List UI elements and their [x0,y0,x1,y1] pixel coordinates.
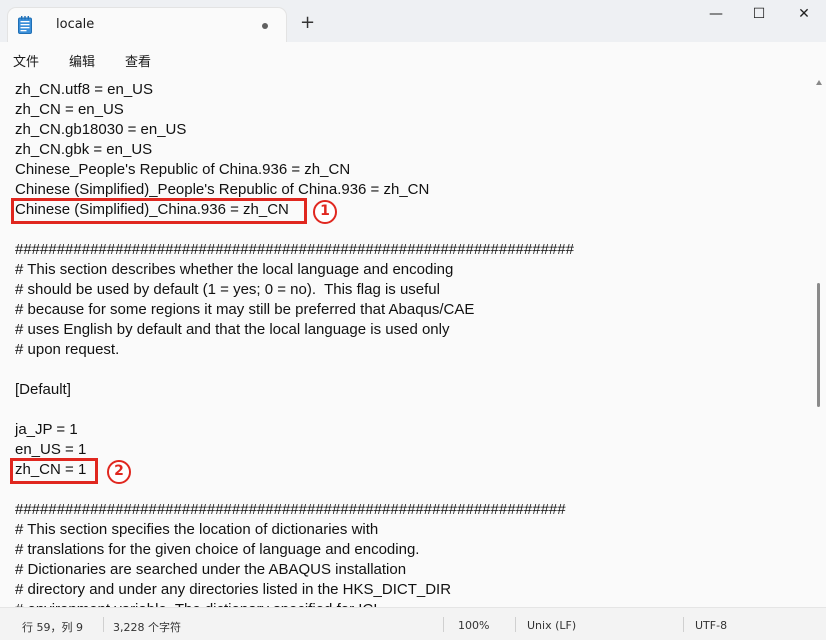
zoom-level[interactable]: 100% [458,619,489,632]
scrollbar-thumb[interactable] [817,283,820,407]
vertical-scrollbar[interactable] [812,76,826,607]
new-tab-button[interactable]: + [300,14,315,32]
editor-line: zh_CN = en_US [15,101,124,118]
maximize-button[interactable]: ☐ [739,6,779,28]
scroll-up-icon[interactable] [816,80,822,85]
editor-line: zh_CN.gb18030 = en_US [15,121,187,138]
editor-line: # should be used by default (1 = yes; 0 … [15,281,440,298]
status-separator [103,617,104,632]
close-button[interactable]: ✕ [784,6,824,28]
menu-file[interactable]: 文件 [13,51,39,70]
editor-line: Chinese_People's Republic of China.936 =… [15,161,351,178]
notepad-icon [18,16,32,34]
highlight-box-2 [10,458,98,484]
annotation-marker-1: 1 [313,200,337,224]
status-separator [515,617,516,632]
editor-line: # directory and under any directories li… [15,581,452,598]
character-count: 3,228 个字符 [113,621,181,634]
editor-line: # uses English by default and that the l… [15,321,450,338]
status-separator [443,617,444,632]
editor-line: zh_CN.gbk = en_US [15,141,153,158]
document-tab[interactable]: locale [8,8,286,42]
cursor-position: 行 59，列 9 [22,621,83,634]
editor-line: ########################################… [15,241,574,258]
text-editor[interactable]: zh_CN.utf8 = en_US zh_CN = en_US zh_CN.gb1… [0,76,812,607]
unsaved-indicator-icon[interactable] [262,23,268,29]
editor-line: Chinese (Simplified)_People's Republic o… [15,181,430,198]
menu-view[interactable]: 查看 [125,51,151,70]
editor-line: [Default] [15,381,71,398]
editor-line: # This section specifies the location of… [15,521,379,538]
annotation-marker-2: 2 [107,460,131,484]
editor-line: zh_CN.utf8 = en_US [15,81,153,98]
menu-bar: 文件 编辑 查看 [0,42,826,110]
menu-edit[interactable]: 编辑 [69,51,95,70]
editor-line: ########################################… [15,501,566,518]
minimize-button[interactable]: — [696,6,736,28]
title-bar: locale + — ☐ ✕ [0,0,826,42]
status-separator [683,617,684,632]
editor-line: # translations for the given choice of l… [15,541,420,558]
editor-line: # Dictionaries are searched under the AB… [15,561,407,578]
editor-line: # because for some regions it may still … [15,301,475,318]
editor-line: ja_JP = 1 [15,421,78,438]
editor-line: # This section describes whether the loc… [15,261,454,278]
highlight-box-1 [11,198,307,224]
tab-title: locale [56,17,95,32]
editor-line: en_US = 1 [15,441,87,458]
editor-line: # environment variable. The dictionary s… [15,600,377,607]
editor-line: # upon request. [15,341,120,358]
encoding: UTF-8 [695,619,728,632]
line-ending: Unix (LF) [527,619,577,632]
status-bar: 行 59，列 9 3,228 个字符 100% Unix (LF) UTF-8 [0,607,826,640]
